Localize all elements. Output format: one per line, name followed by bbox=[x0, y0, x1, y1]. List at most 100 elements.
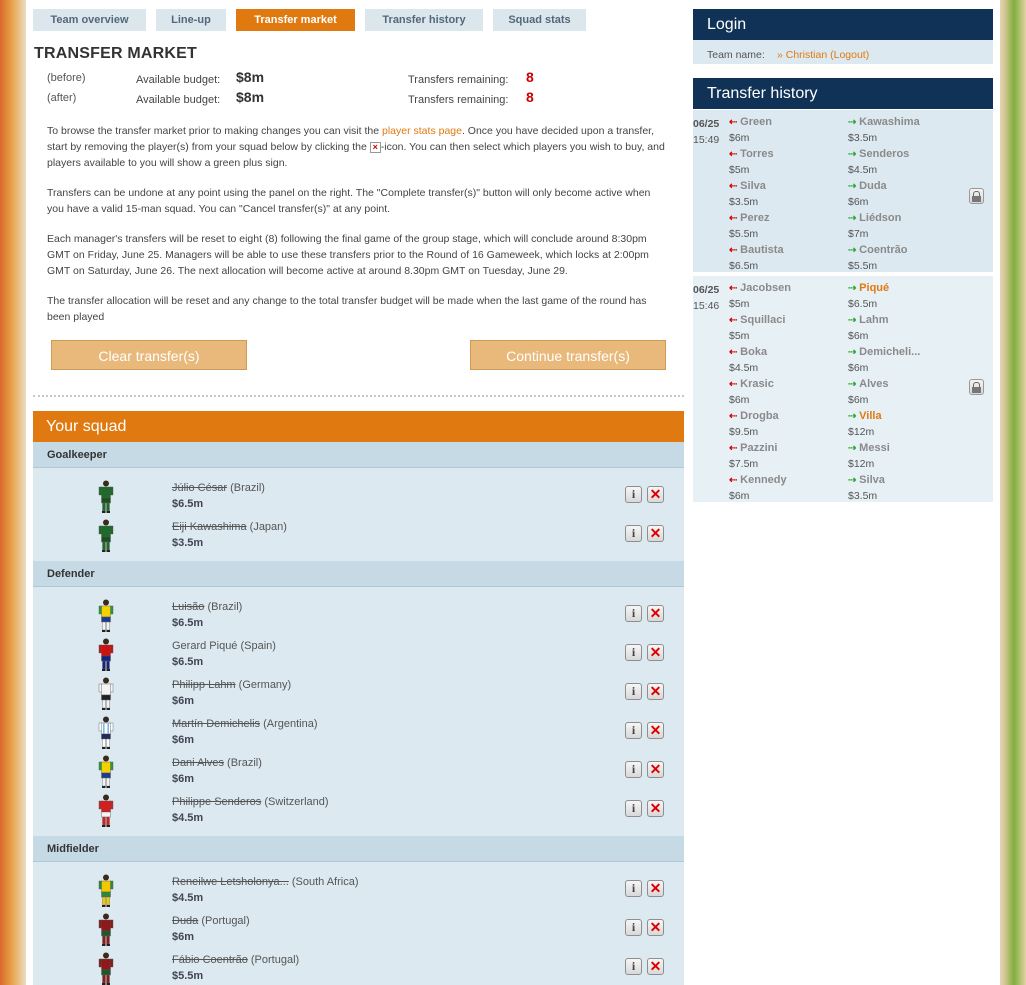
tab-transfer-market[interactable]: Transfer market bbox=[236, 9, 355, 31]
before-tag: (before) bbox=[47, 72, 86, 84]
login-title: Login bbox=[707, 16, 747, 33]
player-info-button[interactable]: i bbox=[625, 800, 642, 817]
position-label: Midfielder bbox=[47, 843, 99, 855]
player-in-price: $3.5m bbox=[848, 132, 878, 144]
tab-transfer-history[interactable]: Transfer history bbox=[365, 9, 483, 31]
player-price: $6m bbox=[172, 931, 195, 943]
arrow-in-icon: ⇢ bbox=[848, 149, 860, 160]
transfer-date: 06/25 bbox=[693, 284, 720, 296]
player-country: (Spain) bbox=[240, 640, 276, 652]
position-label: Defender bbox=[47, 568, 95, 580]
player-name-text: Reneilwe Letsholonya... bbox=[172, 876, 289, 888]
player-in-name: Lahm bbox=[859, 314, 889, 326]
transfer-time: 15:49 bbox=[693, 134, 720, 146]
player-info-button[interactable]: i bbox=[625, 486, 642, 503]
lock-icon[interactable] bbox=[969, 379, 984, 395]
arrow-out-icon: ⇠ bbox=[729, 117, 741, 128]
player-out-price: $7.5m bbox=[729, 458, 759, 470]
remove-player-button[interactable]: ✕ bbox=[647, 644, 664, 661]
transfer-in: ⇢ Kawashima $3.5m bbox=[848, 116, 920, 144]
remove-player-button[interactable]: ✕ bbox=[647, 800, 664, 817]
transfer-in: ⇢ Silva $3.5m bbox=[848, 474, 885, 502]
transfer-out: ⇠ Silva $3.5m bbox=[729, 180, 766, 208]
intro-text: To browse the transfer market prior to m… bbox=[47, 125, 382, 137]
position-header-defender: Defender bbox=[33, 561, 684, 587]
tab-line-up[interactable]: Line-up bbox=[156, 9, 226, 31]
squad-player-row: Júlio César (Brazil) $6.5m i ✕ bbox=[33, 480, 684, 519]
squad-player-row: Reneilwe Letsholonya... (South Africa) $4… bbox=[33, 874, 684, 913]
player-info-button[interactable]: i bbox=[625, 761, 642, 778]
remove-player-button[interactable]: ✕ bbox=[647, 525, 664, 542]
player-info-button[interactable]: i bbox=[625, 644, 642, 661]
player-in-name: Senderos bbox=[859, 148, 910, 160]
tab-team-overview[interactable]: Team overview bbox=[33, 9, 146, 31]
transfers-count: 8 bbox=[526, 89, 534, 105]
remove-player-button[interactable]: ✕ bbox=[647, 880, 664, 897]
player-kit-icon bbox=[98, 677, 114, 711]
position-header-goalkeeper: Goalkeeper bbox=[33, 442, 684, 468]
player-info-button[interactable]: i bbox=[625, 919, 642, 936]
player-out-price: $5m bbox=[729, 330, 750, 342]
squad-player-row: Dani Alves (Brazil) $6m i ✕ bbox=[33, 755, 684, 794]
squad-header: Your squad bbox=[33, 411, 684, 442]
player-out-price: $3.5m bbox=[729, 196, 759, 208]
player-in-name: Duda bbox=[859, 180, 887, 192]
player-out-name: Boka bbox=[740, 346, 768, 358]
player-info-button[interactable]: i bbox=[625, 958, 642, 975]
player-info-button[interactable]: i bbox=[625, 605, 642, 622]
player-out-name: Krasic bbox=[740, 378, 774, 390]
budget-label: Available budget: bbox=[136, 94, 221, 106]
transfer-in: ⇢ Messi $12m bbox=[848, 442, 890, 470]
player-name-text: Duda bbox=[172, 915, 199, 927]
player-info-button[interactable]: i bbox=[625, 683, 642, 700]
player-out-price: $5m bbox=[729, 164, 750, 176]
player-in-price: $6.5m bbox=[848, 298, 878, 310]
player-price: $6.5m bbox=[172, 617, 204, 629]
squad-player-row: Philippe Senderos (Switzerland) $4.5m i ✕ bbox=[33, 794, 684, 833]
player-in-price: $6m bbox=[848, 196, 869, 208]
remove-player-button[interactable]: ✕ bbox=[647, 958, 664, 975]
remove-player-button[interactable]: ✕ bbox=[647, 761, 664, 778]
remove-player-button[interactable]: ✕ bbox=[647, 722, 664, 739]
player-country: (Japan) bbox=[249, 521, 287, 533]
player-info-button[interactable]: i bbox=[625, 525, 642, 542]
player-name: Martín Demichelis (Argentina) bbox=[172, 718, 318, 730]
clear-transfers-button[interactable]: Clear transfer(s) bbox=[51, 340, 247, 370]
transfers-label: Transfers remaining: bbox=[408, 74, 509, 86]
player-price: $4.5m bbox=[172, 812, 204, 824]
squad-player-row: Luisão (Brazil) $6.5m i ✕ bbox=[33, 599, 684, 638]
undo-paragraph: Transfers can be undone at any point usi… bbox=[47, 187, 651, 215]
player-out-price: $5m bbox=[729, 298, 750, 310]
player-info-button[interactable]: i bbox=[625, 880, 642, 897]
transfer-in: ⇢ Senderos $4.5m bbox=[848, 148, 910, 176]
transfer-out: ⇠ Perez $5.5m bbox=[729, 212, 770, 240]
arrow-out-icon: ⇠ bbox=[729, 315, 741, 326]
arrow-in-icon: ⇢ bbox=[848, 181, 860, 192]
transfer-out: ⇠ Boka $4.5m bbox=[729, 346, 768, 374]
arrow-out-icon: ⇠ bbox=[729, 181, 741, 192]
transfer-out: ⇠ Torres $5m bbox=[729, 148, 774, 176]
player-out-price: $5.5m bbox=[729, 228, 759, 240]
remove-player-button[interactable]: ✕ bbox=[647, 919, 664, 936]
arrow-out-icon: ⇠ bbox=[729, 245, 741, 256]
player-stats-link[interactable]: player stats page bbox=[382, 125, 462, 137]
tab-squad-stats[interactable]: Squad stats bbox=[493, 9, 586, 31]
player-info-button[interactable]: i bbox=[625, 722, 642, 739]
player-name-text: Philipp Lahm bbox=[172, 679, 236, 691]
player-in-name: Alves bbox=[859, 378, 889, 390]
arrow-out-icon: ⇠ bbox=[729, 411, 741, 422]
logout-link[interactable]: » Christian (Logout) bbox=[777, 40, 869, 70]
remove-player-button[interactable]: ✕ bbox=[647, 605, 664, 622]
remove-player-button[interactable]: ✕ bbox=[647, 683, 664, 700]
player-price: $6.5m bbox=[172, 498, 204, 510]
player-country: (Germany) bbox=[238, 679, 292, 691]
transfer-in: ⇢ Demicheli... $6m bbox=[848, 346, 920, 374]
player-name: Luisão (Brazil) bbox=[172, 601, 242, 613]
remove-player-button[interactable]: ✕ bbox=[647, 486, 664, 503]
arrow-out-icon: ⇠ bbox=[729, 475, 741, 486]
lock-icon[interactable] bbox=[969, 188, 984, 204]
transfer-in: ⇢ Coentrão $5.5m bbox=[848, 244, 907, 272]
player-out-name: Silva bbox=[740, 180, 766, 192]
continue-transfers-button[interactable]: Continue transfer(s) bbox=[470, 340, 666, 370]
budget-amount: $8m bbox=[236, 89, 265, 105]
